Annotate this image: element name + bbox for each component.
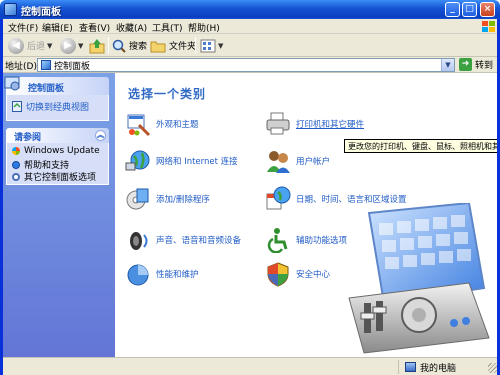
go-arrow-icon: ➜ [459,58,472,71]
date-time-globe-icon [266,186,291,210]
address-dropdown-button[interactable]: ▼ [441,59,454,71]
help-icon [12,160,20,169]
control-panel-small-icon [41,60,51,70]
control-panel-section-header[interactable]: 控制面板 [4,76,109,95]
performance-pie-icon [127,264,149,286]
security-shield-icon [267,262,289,287]
forward-arrow-icon: ▶ [60,37,76,54]
folder-icon [150,41,166,52]
back-button[interactable]: ◀ 后退 ▼ [8,37,52,54]
speaker-icon [130,232,148,250]
see-also-section-body: Windows Update 帮助和支持 其它控制面板选项 [6,143,109,185]
status-bar: 我的电脑 [0,357,500,375]
appearance-themes-icon [127,114,151,137]
control-panel-icon [4,76,20,91]
switch-classic-view-link[interactable]: 切换到经典视图 [12,100,89,113]
category-accessibility-options[interactable]: 辅助功能选项 [265,227,347,253]
category-performance-maintenance[interactable]: 性能和维护 [125,261,199,287]
menu-edit[interactable]: 编辑(E) [42,21,73,34]
hardware-tooltip: 更改您的打印机、键盘、鼠标、照相机和其它硬 [344,139,500,153]
window-title: 控制面板 [21,7,61,18]
network-globe-icon [125,150,150,171]
my-computer-icon [405,362,416,372]
category-sounds-speech-audio[interactable]: 声音、语音和音频设备 [125,227,241,253]
menu-favorites[interactable]: 收藏(A) [116,21,147,34]
close-button[interactable]: × [480,2,495,17]
control-panel-icon [4,3,17,16]
control-panel-window: 控制面板 _ □ × 文件(F) 编辑(E) 查看(V) 收藏(A) 工具(T)… [0,0,500,375]
category-security-center[interactable]: 安全中心 [265,261,330,287]
page-title: 选择一个类别 [128,87,207,101]
options-icon [12,172,20,181]
views-grid-icon [200,39,216,52]
collapse-chevron-icon[interactable]: ︽ [95,130,106,141]
control-panel-illustration [348,203,490,354]
window-frame-left [0,19,3,375]
category-printers-hardware[interactable]: 打印机和其它硬件 [265,111,364,137]
see-also-link-other-options[interactable]: 其它控制面板选项 [12,170,96,183]
chevron-down-icon: ▼ [47,41,53,50]
menu-bar: 文件(F) 编辑(E) 查看(V) 收藏(A) 工具(T) 帮助(H) [0,19,500,34]
forward-button[interactable]: ▶ ▼ [60,37,83,54]
go-button[interactable]: ➜ 转到 [459,58,493,71]
accessibility-icon [267,228,288,253]
up-folder-icon [89,38,105,53]
address-bar: 地址(D) 控制面板 ▼ ➜ 转到 [0,57,500,73]
search-icon [112,39,126,53]
address-input[interactable]: 控制面板 ▼ [37,58,455,72]
see-also-section-header[interactable]: 请参阅 ︽ [6,128,109,143]
task-pane: 控制面板 切换到经典视图 请参阅 ︽ Windows Update 帮助和支持 [0,73,115,357]
control-panel-section-body: 切换到经典视图 [6,95,109,121]
minimize-button[interactable]: _ [445,2,460,17]
toolbar: ◀ 后退 ▼ ▶ ▼ 搜索 文件夹 ▼ [0,34,500,57]
windows-update-icon [12,147,20,155]
category-user-accounts[interactable]: 用户帐户 [265,148,330,174]
add-remove-programs-icon [126,188,149,210]
menu-help[interactable]: 帮助(H) [188,21,220,34]
back-arrow-icon: ◀ [8,37,24,54]
title-bar[interactable]: 控制面板 _ □ × [0,0,500,19]
menu-file[interactable]: 文件(F) [8,21,38,34]
windows-logo-icon [482,21,495,32]
printer-icon [266,112,290,135]
see-also-link-windows-update[interactable]: Windows Update [12,146,100,156]
category-view: 选择一个类别 外观和主题 网络和 Internet 连接 添加/删除程序 声音、… [115,73,500,357]
folders-button[interactable]: 文件夹 [150,37,196,54]
address-label: 地址(D) [5,62,37,72]
category-add-remove-programs[interactable]: 添加/删除程序 [125,186,210,212]
maximize-button[interactable]: □ [462,2,477,17]
chevron-down-icon: ▼ [78,41,84,50]
menu-view[interactable]: 查看(V) [79,21,110,34]
category-appearance-themes[interactable]: 外观和主题 [125,111,199,137]
classic-view-icon [12,101,22,112]
status-location: 我的电脑 [398,360,456,374]
views-button[interactable]: ▼ [200,37,223,54]
user-accounts-icon [267,151,290,173]
search-button[interactable]: 搜索 [112,37,147,54]
up-folder-button[interactable] [89,37,105,54]
menu-tools[interactable]: 工具(T) [152,21,183,34]
chevron-down-icon: ▼ [218,41,224,50]
category-network-internet[interactable]: 网络和 Internet 连接 [125,148,238,174]
